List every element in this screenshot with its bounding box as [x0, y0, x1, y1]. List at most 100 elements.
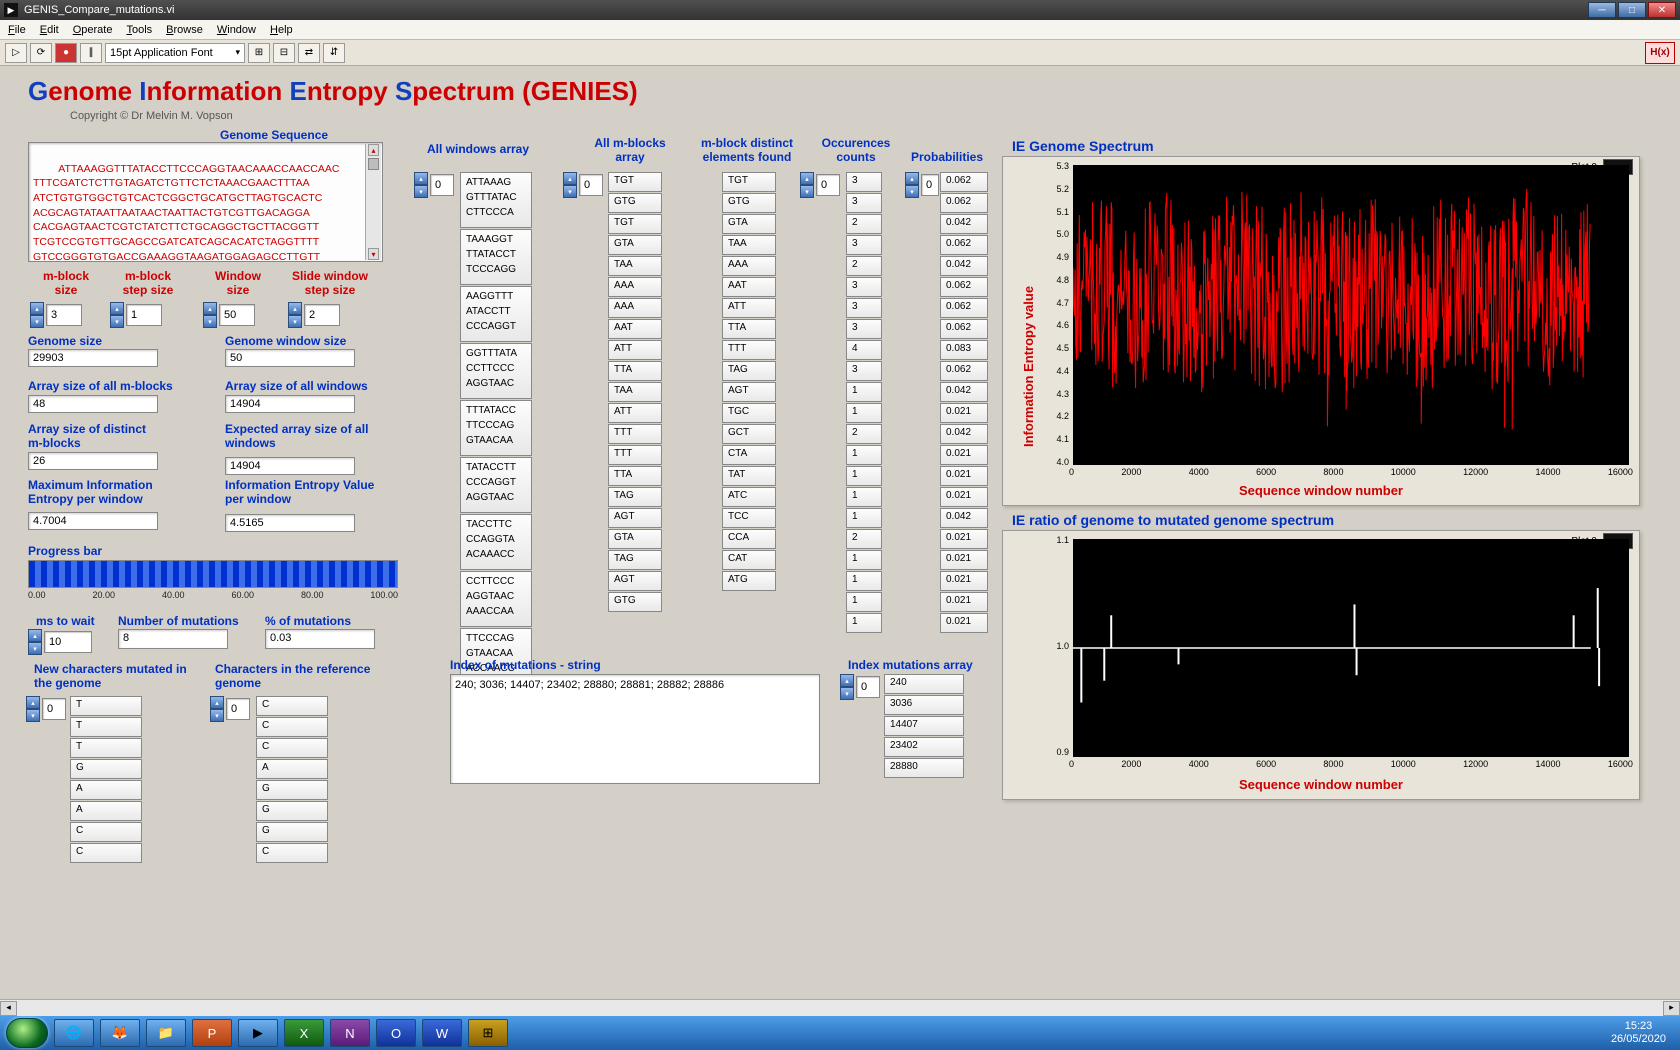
menu-window[interactable]: Window: [217, 24, 256, 36]
menu-file[interactable]: File: [8, 24, 26, 36]
all-windows-index[interactable]: ▴▾0: [414, 172, 454, 198]
start-button[interactable]: [6, 1018, 48, 1048]
genome-sequence-display[interactable]: ATTAAAGGTTTATACCTTCCCAGGTAACAAACCAACCAAC…: [28, 142, 383, 262]
genome-sequence-label: Genome Sequence: [220, 128, 328, 142]
taskbar-explorer-icon[interactable]: 📁: [146, 1019, 186, 1047]
list-item: GGTTTATA CCTTCCC AGGTAAC: [460, 343, 532, 399]
taskbar-ie-icon[interactable]: 🌐: [54, 1019, 94, 1047]
list-item: TTA: [608, 361, 662, 381]
scroll-thumb[interactable]: [368, 158, 379, 170]
arr-mblocks-value: 48: [28, 395, 158, 413]
mblock-step-label: m-block step size: [118, 269, 178, 297]
taskbar-outlook-icon[interactable]: O: [376, 1019, 416, 1047]
probabilities-index[interactable]: ▴▾0: [905, 172, 939, 198]
taskbar-excel-icon[interactable]: X: [284, 1019, 324, 1047]
list-item: C: [256, 696, 328, 716]
idx-mut-str-value[interactable]: 240; 3036; 14407; 23402; 28880; 28881; 2…: [450, 674, 820, 784]
list-item: 2: [846, 214, 882, 234]
menu-edit[interactable]: Edit: [40, 24, 59, 36]
new-chars-array: TTTGAACC: [70, 696, 142, 864]
menu-operate[interactable]: Operate: [73, 24, 113, 36]
maximize-button[interactable]: □: [1618, 2, 1646, 18]
reorder-button[interactable]: ⇵: [323, 43, 345, 63]
pct-mut-label: % of mutations: [265, 614, 351, 628]
list-item: 0.021: [940, 550, 988, 570]
list-item: 1: [846, 613, 882, 633]
taskbar-clock[interactable]: 15:23 26/05/2020: [1611, 1020, 1674, 1046]
taskbar-onenote-icon[interactable]: N: [330, 1019, 370, 1047]
list-item: TTTATACC TTCCCAG GTAACAA: [460, 400, 532, 456]
sequence-scrollbar[interactable]: ▴ ▾: [365, 144, 381, 260]
menu-bar: File Edit Operate Tools Browse Window He…: [0, 20, 1680, 40]
vi-icon[interactable]: H(x): [1645, 42, 1675, 64]
list-item: AAT: [608, 319, 662, 339]
probabilities-label: Probabilities: [902, 150, 992, 164]
mblock-size-control[interactable]: ▴▾3: [30, 302, 82, 328]
list-item: TGT: [722, 172, 776, 192]
menu-tools[interactable]: Tools: [126, 24, 152, 36]
align-button[interactable]: ⊞: [248, 43, 270, 63]
taskbar-media-icon[interactable]: ▶: [238, 1019, 278, 1047]
window-size-control[interactable]: ▴▾50: [203, 302, 255, 328]
close-button[interactable]: ✕: [1648, 2, 1676, 18]
list-item: TGC: [722, 403, 776, 423]
mblock-step-control[interactable]: ▴▾1: [110, 302, 162, 328]
list-item: 3: [846, 277, 882, 297]
list-item: 4: [846, 340, 882, 360]
list-item: CCA: [722, 529, 776, 549]
hscroll-right-icon[interactable]: ▸: [1663, 1001, 1680, 1016]
scroll-down-icon[interactable]: ▾: [368, 248, 379, 260]
idx-mut-arr-label: Index mutations array: [848, 658, 973, 672]
list-item: TAT: [722, 466, 776, 486]
font-selector[interactable]: 15pt Application Font: [105, 43, 245, 63]
idx-mut-arr-index[interactable]: ▴▾0: [840, 674, 880, 700]
run-button[interactable]: ▷: [5, 43, 27, 63]
list-item: ATTAAAG GTTTATAC CTTCCCA: [460, 172, 532, 228]
panel-hscrollbar[interactable]: ◂ ▸: [0, 999, 1680, 1016]
taskbar-labview-icon[interactable]: ⊞: [468, 1019, 508, 1047]
list-item: 0.083: [940, 340, 988, 360]
new-chars-index[interactable]: ▴▾0: [26, 696, 66, 722]
distinct-mblocks-label: m-block distinct elements found: [692, 136, 802, 164]
distinct-mblocks-array: TGTGTGGTATAAAAAAATATTTTATTTTAGAGTTGCGCTC…: [722, 172, 776, 592]
probabilities-array: 0.0620.0620.0420.0620.0420.0620.0620.062…: [940, 172, 988, 634]
minimize-button[interactable]: ─: [1588, 2, 1616, 18]
all-mblocks-index[interactable]: ▴▾0: [563, 172, 603, 198]
ref-chars-array: CCCAGGGC: [256, 696, 328, 864]
distribute-button[interactable]: ⊟: [273, 43, 295, 63]
list-item: ATG: [722, 571, 776, 591]
list-item: TAAAGGT TTATACCT TCCCAGG: [460, 229, 532, 285]
chart1-plot[interactable]: [1073, 165, 1629, 465]
occurrences-index[interactable]: ▴▾0: [800, 172, 840, 198]
list-item: TCC: [722, 508, 776, 528]
chart2-plot[interactable]: [1073, 539, 1629, 757]
menu-help[interactable]: Help: [270, 24, 293, 36]
toolbar: ▷ ⟳ ● ∥ 15pt Application Font ⊞ ⊟ ⇄ ⇵ H(…: [0, 40, 1680, 66]
slide-step-control[interactable]: ▴▾2: [288, 302, 340, 328]
chart1[interactable]: Plot 0 Information Entropy value 5.35.25…: [1002, 156, 1640, 506]
ref-chars-index[interactable]: ▴▾0: [210, 696, 250, 722]
taskbar-powerpoint-icon[interactable]: P: [192, 1019, 232, 1047]
chart2[interactable]: Plot 0 1.11.00.9 02000400060008000100001…: [1002, 530, 1640, 800]
all-windows-array: ATTAAAG GTTTATAC CTTCCCATAAAGGT TTATACCT…: [460, 172, 532, 742]
run-continuous-button[interactable]: ⟳: [30, 43, 52, 63]
list-item: TTT: [608, 424, 662, 444]
taskbar-word-icon[interactable]: W: [422, 1019, 462, 1047]
resize-button[interactable]: ⇄: [298, 43, 320, 63]
pause-button[interactable]: ∥: [80, 43, 102, 63]
list-item: 0.062: [940, 193, 988, 213]
list-item: 3: [846, 193, 882, 213]
ms-wait-control[interactable]: ▴▾10: [28, 629, 92, 655]
occurrences-array: 3323233343112111121111: [846, 172, 882, 634]
hscroll-left-icon[interactable]: ◂: [0, 1001, 17, 1016]
list-item: 1: [846, 382, 882, 402]
taskbar-firefox-icon[interactable]: 🦊: [100, 1019, 140, 1047]
chart2-yticks: 1.11.00.9: [1041, 535, 1069, 757]
list-item: 0.042: [940, 424, 988, 444]
menu-browse[interactable]: Browse: [166, 24, 203, 36]
window-title-bar: ▶ GENIS_Compare_mutations.vi ─ □ ✕: [0, 0, 1680, 20]
chart1-ylabel: Information Entropy value: [1021, 286, 1036, 447]
abort-button[interactable]: ●: [55, 43, 77, 63]
scroll-up-icon[interactable]: ▴: [368, 144, 379, 156]
list-item: 2: [846, 256, 882, 276]
